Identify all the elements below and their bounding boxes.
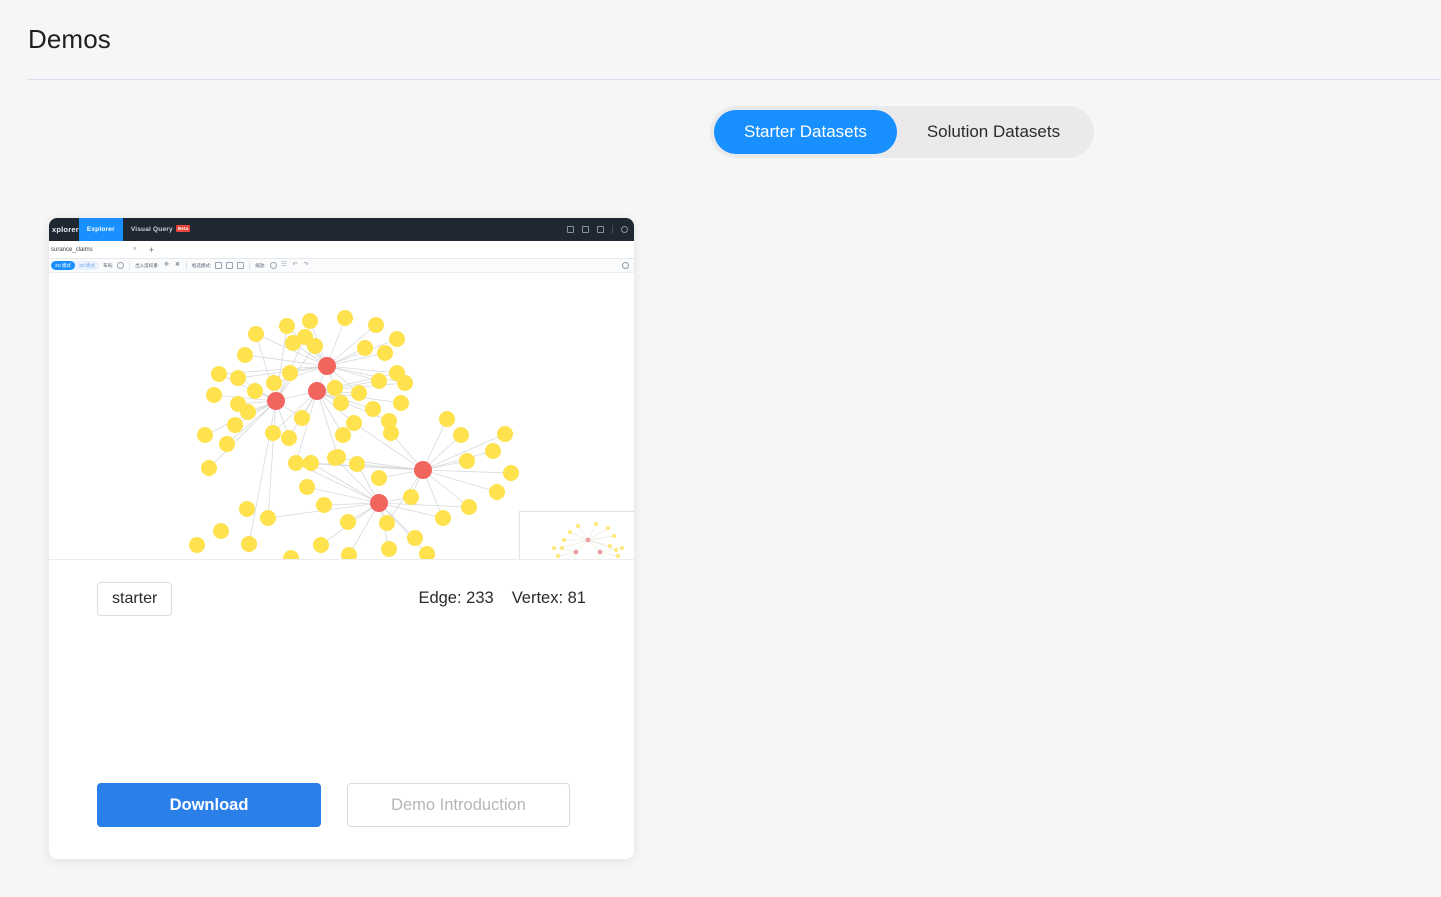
- tab-starter-datasets[interactable]: Starter Datasets: [714, 110, 897, 154]
- cursor-icon[interactable]: [567, 226, 574, 233]
- lasso-select-icon[interactable]: [237, 262, 245, 269]
- toolbar-zoom-label: 缩放:: [255, 262, 266, 268]
- demo-card[interactable]: xplorer Explorer Visual Query Beta suran…: [49, 218, 634, 859]
- close-icon[interactable]: ×: [133, 246, 137, 253]
- page-title: Demos: [28, 24, 111, 54]
- fit-view-icon[interactable]: ☷: [281, 262, 288, 269]
- header-divider: [27, 79, 1441, 80]
- demo-introduction-button[interactable]: Demo Introduction: [347, 783, 570, 827]
- book-icon[interactable]: [582, 226, 589, 233]
- download-button[interactable]: Download: [97, 783, 321, 827]
- search-icon[interactable]: [622, 262, 629, 269]
- status-badge: starter: [97, 582, 173, 616]
- minimap-svg: [552, 522, 624, 559]
- edge-count: Edge: 233: [418, 589, 494, 608]
- demo-thumbnail: xplorer Explorer Visual Query Beta suran…: [49, 218, 634, 560]
- collapse-icon[interactable]: ✖: [174, 262, 181, 269]
- page-header: Demos: [0, 0, 1441, 80]
- layout-force-icon[interactable]: [117, 262, 125, 269]
- toolbar-degree-label: 出入度权重:: [135, 262, 160, 268]
- window-icon[interactable]: [597, 226, 604, 233]
- thumbnail-document-tab[interactable]: surance_claims: [51, 247, 93, 253]
- thumbnail-nav-tab-visual-query-label: Visual Query: [130, 226, 173, 233]
- thumbnail-nav-tab-visual-query[interactable]: Visual Query Beta: [123, 218, 199, 241]
- undo-icon[interactable]: ↶: [292, 262, 299, 269]
- demo-actions: Download Demo Introduction: [97, 783, 570, 827]
- mode-segmented-control[interactable]: 2D 模式 3D 模式: [51, 261, 100, 270]
- pointer-select-icon[interactable]: [215, 262, 223, 269]
- graph-canvas[interactable]: 100%: [49, 273, 634, 559]
- thumbnail-topbar-icons: [567, 218, 628, 241]
- tab-solution-datasets[interactable]: Solution Datasets: [897, 110, 1090, 154]
- toolbar-divider: [186, 261, 188, 270]
- vertex-count: Vertex: 81: [511, 589, 586, 608]
- mode-2d-option[interactable]: 2D 模式: [51, 261, 76, 270]
- demo-stats: Edge: 233 Vertex: 81: [418, 589, 586, 608]
- thumbnail-app-brand: xplorer: [52, 225, 79, 234]
- graph-nodes-player: [189, 310, 519, 559]
- zoom-in-icon[interactable]: [269, 262, 277, 269]
- toolbar-divider: [129, 261, 131, 270]
- graph-minimap[interactable]: 100%: [519, 511, 634, 559]
- toolbar-divider: [249, 261, 251, 270]
- toolbar-layout-label: 布局:: [103, 262, 114, 268]
- thumbnail-app-topbar: xplorer Explorer Visual Query Beta: [49, 218, 634, 241]
- thumbnail-document-tabbar: surance_claims × +: [49, 241, 634, 259]
- thumbnail-nav-tab-explorer[interactable]: Explorer: [78, 218, 123, 241]
- toolbar-select-label: 框选模式:: [192, 262, 212, 268]
- beta-badge: Beta: [175, 225, 191, 232]
- expand-icon[interactable]: ✥: [163, 262, 170, 269]
- dataset-tab-switcher: Starter Datasets Solution Datasets: [710, 106, 1095, 158]
- thumbnail-toolbar: 2D 模式 3D 模式 布局: 出入度权重: ✥ ✖ 框选模式: 缩放: ☷ ↶…: [49, 259, 634, 273]
- avatar[interactable]: [621, 226, 628, 233]
- rect-select-icon[interactable]: [226, 262, 234, 269]
- add-tab-icon[interactable]: +: [149, 245, 154, 255]
- icon-divider: [612, 225, 613, 234]
- mode-3d-option[interactable]: 3D 模式: [75, 261, 99, 270]
- redo-icon[interactable]: ↷: [303, 262, 310, 269]
- demo-meta-row: starter Edge: 233 Vertex: 81: [97, 582, 586, 616]
